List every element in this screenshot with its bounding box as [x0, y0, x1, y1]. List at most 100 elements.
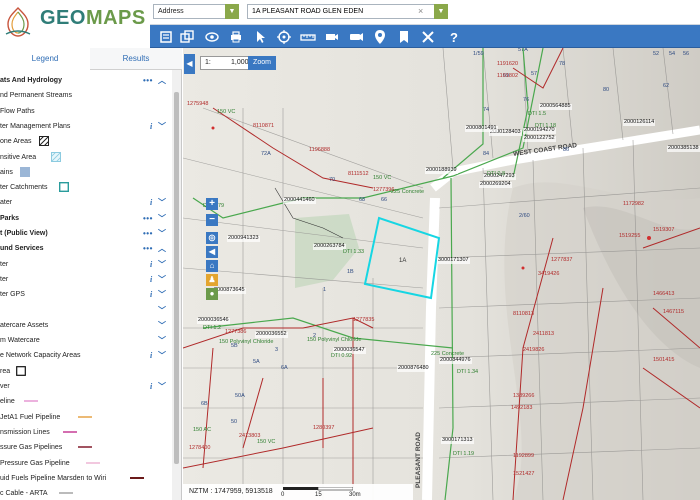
chevron-down-icon[interactable]: ﹀ [158, 273, 166, 287]
legend-row[interactable]: nd Permanent Streams [0, 89, 172, 103]
home-icon[interactable]: ⌂ [206, 260, 218, 272]
legend-row[interactable]: Pressure Gas Pipeline [0, 457, 172, 471]
chevron-down-icon[interactable]: ﹀ [158, 349, 166, 363]
scale-value[interactable]: 1,000 [231, 59, 249, 66]
parcel-label: 52 [653, 51, 660, 57]
legend-row[interactable]: ter Catchments [0, 181, 172, 195]
clear-search-icon[interactable]: × [418, 6, 428, 16]
help-icon[interactable]: ? [446, 29, 462, 45]
info-icon[interactable]: i [150, 258, 152, 272]
wastewater-label: 1278400 [189, 445, 211, 451]
chevron-up-icon[interactable]: ︿ [158, 74, 166, 88]
address-search-input[interactable] [247, 4, 435, 19]
layers-icon[interactable] [179, 29, 195, 45]
chevron-down-icon[interactable]: ﹀ [158, 196, 166, 210]
info-icon[interactable]: i [150, 196, 152, 210]
print-icon[interactable] [228, 29, 244, 45]
legend-row[interactable]: atercare Assets ﹀ [0, 319, 172, 333]
chevron-down-icon[interactable]: ﹀ [158, 304, 166, 318]
pan-left-icon[interactable]: ◀ [206, 246, 218, 258]
info-icon[interactable]: i [150, 349, 152, 363]
left-panel: Legend Results ats And Hydrology ••• ︿ nd P… [0, 48, 182, 500]
chevron-up-icon[interactable]: ︿ [158, 242, 166, 256]
pointer-icon[interactable] [252, 29, 268, 45]
legend-row[interactable]: uid Fuels Pipeline Marsden to Wiri [0, 472, 172, 486]
search-type-select[interactable]: Address ▼ [153, 4, 239, 19]
collapse-panel-button[interactable]: ◀ [184, 54, 195, 74]
map-view[interactable]: WEST COAST ROAD PLEASANT ROAD 1A 72A 66 68 70 1… [183, 48, 700, 500]
asset-id-label: 3000171307 [437, 257, 470, 264]
more-options-icon[interactable]: ••• [143, 242, 153, 256]
identify-icon[interactable] [276, 29, 292, 45]
chevron-down-icon[interactable]: ﹀ [158, 334, 166, 348]
legend-row-label: rea [0, 367, 11, 375]
legend-row[interactable]: Parks ••• ﹀ [0, 212, 172, 226]
zoom-out-button[interactable]: − [206, 214, 218, 226]
legend-row[interactable]: e Network Capacity Areas i ﹀ [0, 349, 172, 363]
chevron-down-icon[interactable]: ﹀ [158, 258, 166, 272]
legend-row-label: one Areas [0, 138, 32, 146]
legend-row[interactable]: ﹀ [0, 304, 172, 318]
legend-row[interactable]: ssure Gas Pipelines [0, 441, 172, 455]
measure-icon[interactable] [300, 29, 316, 45]
info-icon[interactable]: i [150, 120, 152, 134]
legend-row[interactable]: Flow Paths [0, 105, 172, 119]
pipe-label: DTI 0.92 [331, 353, 353, 359]
chevron-down-icon[interactable]: ▼ [225, 4, 239, 19]
toc-icon[interactable] [159, 29, 175, 45]
streetview-icon[interactable] [324, 29, 340, 45]
legend-row[interactable]: ter GPS i ﹀ [0, 288, 172, 302]
parcel-label: 50 [231, 419, 238, 425]
legend-row[interactable]: ter i ﹀ [0, 258, 172, 272]
legend-row[interactable]: nsitive Area [0, 151, 172, 165]
legend-row[interactable]: c Cable - ARTA [0, 487, 172, 500]
wastewater-label: 1519255 [619, 233, 641, 239]
chevron-down-icon[interactable]: ﹀ [158, 319, 166, 333]
locate-icon[interactable]: ● [206, 288, 218, 300]
zoom-button[interactable]: Zoom [248, 56, 276, 70]
scrollbar-thumb[interactable] [174, 92, 179, 464]
legend-row[interactable]: ter Management Plans i ﹀ [0, 120, 172, 134]
info-icon[interactable]: i [150, 380, 152, 394]
location-pin-icon[interactable] [372, 29, 388, 45]
legend-row[interactable]: nsmission Lines [0, 426, 172, 440]
pipe-label: 150 AC [193, 427, 212, 433]
legend-row[interactable]: ains [0, 166, 172, 180]
wastewater-label: 2419826 [523, 347, 545, 353]
legend-row[interactable]: und Services ••• ︿ [0, 242, 172, 256]
chevron-down-icon[interactable]: ﹀ [158, 380, 166, 394]
info-icon[interactable]: i [150, 288, 152, 302]
zoom-in-button[interactable]: + [206, 198, 218, 210]
tab-legend[interactable]: Legend [0, 48, 90, 70]
wastewater-label: 8110871 [253, 123, 275, 129]
legend-row[interactable]: eline [0, 395, 172, 409]
tools-icon[interactable] [420, 29, 436, 45]
more-options-icon[interactable]: ••• [143, 212, 153, 226]
legend-row[interactable]: one Areas [0, 135, 172, 149]
legend-scrollbar[interactable] [172, 70, 181, 500]
info-icon[interactable]: i [150, 273, 152, 287]
bookmark-icon[interactable] [396, 29, 412, 45]
chevron-down-icon[interactable]: ﹀ [158, 227, 166, 241]
legend-row[interactable]: t (Public View) ••• ﹀ [0, 227, 172, 241]
chevron-down-icon[interactable]: ﹀ [158, 120, 166, 134]
wastewater-label: 1501415 [653, 357, 675, 363]
legend-row[interactable]: ter i ﹀ [0, 273, 172, 287]
legend-row[interactable]: ats And Hydrology ••• ︿ [0, 74, 172, 88]
more-options-icon[interactable]: ••• [143, 74, 153, 88]
legend-row[interactable]: m Watercare ﹀ [0, 334, 172, 348]
legend-row[interactable]: ater i ﹀ [0, 196, 172, 210]
logo-text-b: MAPS [85, 7, 146, 29]
view-icon[interactable] [204, 29, 220, 45]
more-options-icon[interactable]: ••• [143, 227, 153, 241]
legend-row[interactable]: rea [0, 365, 172, 379]
camera-icon[interactable] [348, 29, 364, 45]
pegman-icon[interactable]: ♟ [206, 274, 218, 286]
legend-row[interactable]: ver i ﹀ [0, 380, 172, 394]
search-dropdown-button[interactable]: ▼ [434, 4, 448, 19]
tab-results[interactable]: Results [92, 48, 180, 70]
legend-row[interactable]: JetA1 Fuel Pipeline [0, 411, 172, 425]
globe-icon[interactable]: ◎ [206, 232, 218, 244]
chevron-down-icon[interactable]: ﹀ [158, 288, 166, 302]
chevron-down-icon[interactable]: ﹀ [158, 212, 166, 226]
